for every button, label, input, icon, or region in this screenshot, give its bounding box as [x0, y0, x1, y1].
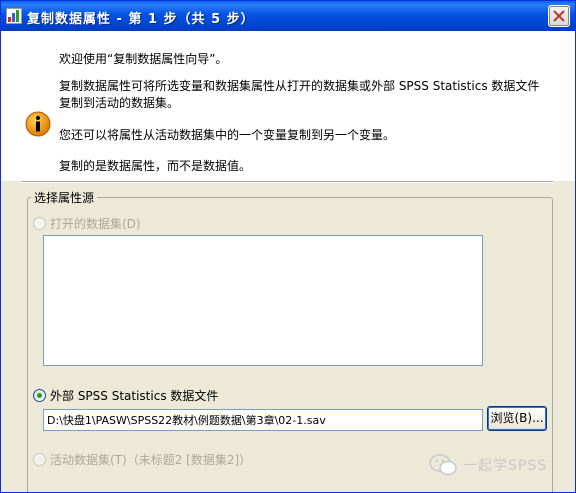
intro-welcome-text: 欢迎使用“复制数据属性向导”。: [59, 52, 228, 66]
info-icon: [25, 111, 51, 137]
window-title: 复制数据属性 - 第 1 步（共 5 步）: [27, 12, 255, 27]
external-file-label: 外部 SPSS Statistics 数据文件: [50, 388, 219, 403]
close-icon: [553, 10, 565, 22]
open-datasets-list[interactable]: [43, 235, 483, 366]
title-bar[interactable]: 复制数据属性 - 第 1 步（共 5 步）: [1, 1, 575, 31]
divider: [21, 181, 553, 183]
open-dataset-label: 打开的数据集(D): [50, 216, 141, 231]
watermark-text: 一起学SPSS: [463, 458, 548, 474]
intro-note-text: 复制的是数据属性，而不是数据值。: [59, 159, 252, 173]
browse-button[interactable]: 浏览(B)...: [487, 406, 547, 431]
active-dataset-label: 活动数据集(T)（未标题2 [数据集2]）: [50, 452, 252, 467]
intro-variable-copy-text: 您还可以将属性从活动数据集中的一个变量复制到另一个变量。: [59, 128, 396, 142]
intro-description-text: 复制数据属性可将所选变量和数据集属性从打开的数据集或外部 SPSS Statis…: [59, 79, 540, 93]
file-path-input[interactable]: [43, 409, 483, 431]
watermark: 一起学SPSS: [429, 453, 547, 477]
radio-button[interactable]: [33, 452, 46, 466]
radio-button-selected[interactable]: [33, 388, 46, 402]
close-button[interactable]: [548, 5, 570, 27]
group-legend: 选择属性源: [31, 189, 98, 206]
open-dataset-radio[interactable]: 打开的数据集(D): [33, 215, 141, 231]
radio-button[interactable]: [33, 216, 46, 230]
spss-app-icon: [6, 8, 22, 24]
copy-data-properties-window: 复制数据属性 - 第 1 步（共 5 步） 欢迎使用“复制数据属性向导”。 复制…: [0, 0, 576, 493]
external-file-radio[interactable]: 外部 SPSS Statistics 数据文件: [33, 387, 218, 403]
intro-panel: 欢迎使用“复制数据属性向导”。 复制数据属性可将所选变量和数据集属性从打开的数据…: [1, 31, 575, 181]
wechat-icon: [429, 454, 457, 476]
intro-description-text-cont: 复制到活动的数据集。: [59, 96, 180, 110]
active-dataset-radio[interactable]: 活动数据集(T)（未标题2 [数据集2]）: [33, 451, 251, 467]
